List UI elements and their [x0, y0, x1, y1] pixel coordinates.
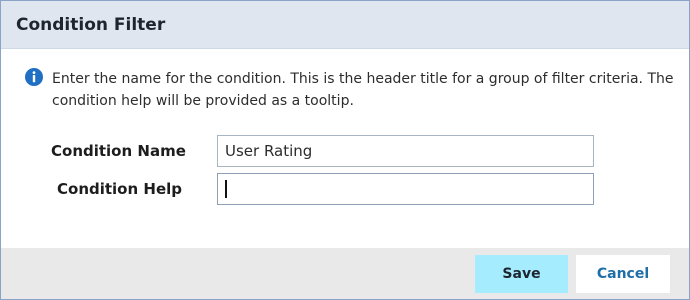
- dialog-header: Condition Filter: [1, 1, 689, 49]
- info-icon: [25, 68, 43, 86]
- condition-name-label: Condition Name: [51, 142, 186, 160]
- condition-name-input[interactable]: [217, 135, 594, 167]
- condition-help-label: Condition Help: [57, 180, 182, 198]
- cancel-button[interactable]: Cancel: [576, 255, 670, 293]
- save-button[interactable]: Save: [475, 255, 568, 293]
- info-message: Enter the name for the condition. This i…: [52, 71, 674, 109]
- condition-filter-dialog: Condition Filter Enter the name for the …: [0, 0, 690, 300]
- condition-help-input[interactable]: [217, 173, 594, 205]
- dialog-title: Condition Filter: [16, 15, 166, 35]
- text-caret: [225, 180, 227, 198]
